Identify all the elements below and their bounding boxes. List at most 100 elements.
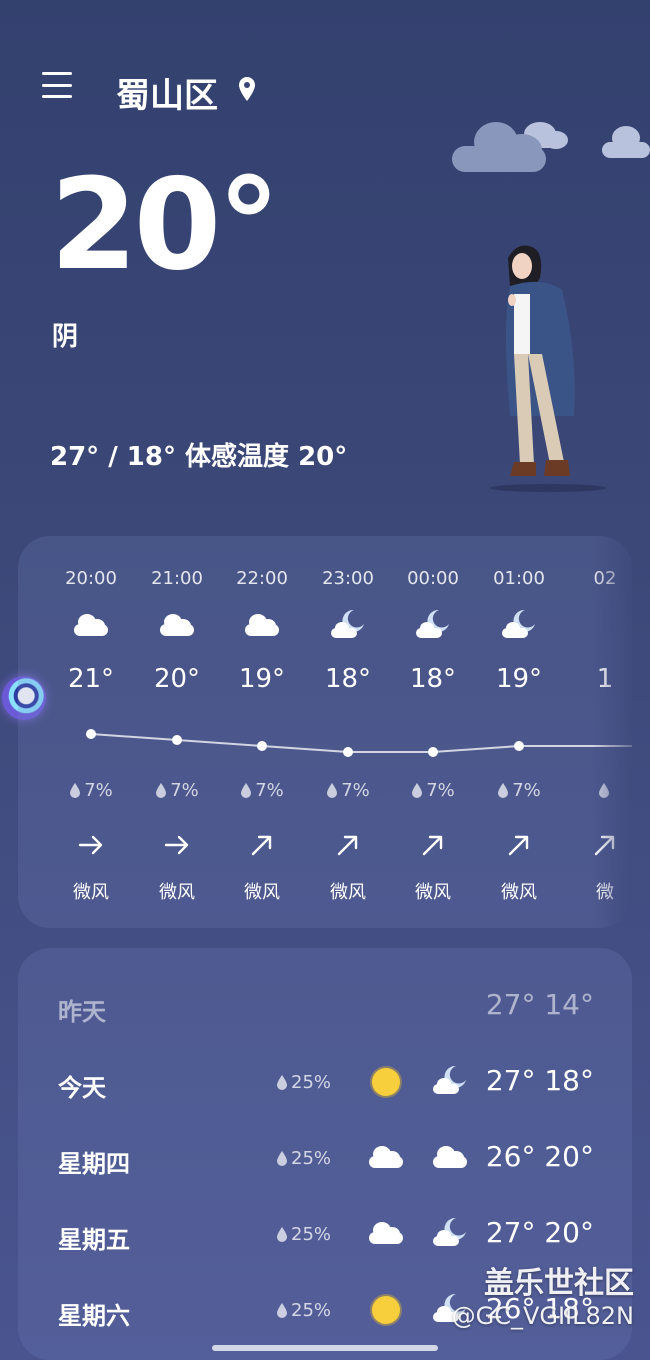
moon-cloud-icon bbox=[413, 608, 453, 640]
day-precipitation: 25% bbox=[276, 1300, 331, 1321]
hour-wind: 微风 bbox=[159, 882, 195, 903]
trend-point bbox=[514, 741, 524, 751]
day-name: 今天 bbox=[58, 1074, 106, 1102]
hour-precipitation-value: 7% bbox=[170, 780, 199, 801]
watermark-handle: @GC_VGIIL82N bbox=[451, 1302, 634, 1330]
raindrop-icon bbox=[276, 1072, 291, 1093]
hour-time: 22:00 bbox=[236, 568, 288, 589]
hour-precipitation-value: 7% bbox=[426, 780, 455, 801]
hour-temperature: 18° bbox=[324, 664, 372, 694]
day-precipitation: 25% bbox=[276, 1224, 331, 1245]
hour-wind: 微风 bbox=[244, 882, 280, 903]
hour-precipitation: 7% bbox=[134, 780, 220, 801]
trend-polyline bbox=[90, 733, 632, 753]
hour-wind: 微风 bbox=[330, 882, 366, 903]
cloud-icon bbox=[71, 608, 111, 640]
temperature-trend-line bbox=[86, 729, 632, 757]
hour-time: 23:00 bbox=[322, 568, 374, 589]
cloud-icon bbox=[157, 608, 197, 640]
day-precipitation: 25% bbox=[276, 1148, 331, 1169]
trend-point bbox=[343, 747, 353, 757]
day-name: 星期四 bbox=[58, 1150, 130, 1178]
hour-time: 21:00 bbox=[151, 568, 203, 589]
arrow-up-right-icon bbox=[506, 832, 532, 858]
hour-temperature: 21° bbox=[67, 664, 115, 694]
hour-precipitation-value: 7% bbox=[512, 780, 541, 801]
location-pin-icon bbox=[238, 76, 256, 106]
hour-temperature: 18° bbox=[409, 664, 457, 694]
day-precipitation-value: 25% bbox=[291, 1224, 332, 1245]
hourly-forecast-card[interactable]: 20:00 21° 7% 微风 21:00 20° 7% 微风 22:00 19° 7% 微风 23:0… bbox=[18, 536, 632, 928]
hour-temperature: 19° bbox=[238, 664, 286, 694]
day-precipitation: 25% bbox=[276, 1072, 331, 1093]
day-row[interactable]: 星期五 25% 27° 20° bbox=[18, 1216, 632, 1256]
day-precipitation-value: 25% bbox=[291, 1148, 332, 1169]
day-temperatures: 26° 20° bbox=[485, 1140, 594, 1173]
trend-point bbox=[428, 747, 438, 757]
trend-point bbox=[257, 741, 267, 751]
hour-precipitation: 7% bbox=[476, 780, 562, 801]
location-title[interactable]: 蜀山区 bbox=[116, 68, 218, 117]
hour-wind: 微风 bbox=[73, 882, 109, 903]
hour-wind: 微风 bbox=[501, 882, 537, 903]
hour-precipitation: 7% bbox=[305, 780, 391, 801]
cloud-icon bbox=[366, 1140, 406, 1176]
raindrop-icon bbox=[69, 780, 84, 801]
trend-point bbox=[172, 735, 182, 745]
moon-cloud-icon bbox=[430, 1064, 470, 1100]
hour-time: 01:00 bbox=[493, 568, 545, 589]
sun-icon bbox=[366, 1292, 406, 1328]
raindrop-icon bbox=[276, 1224, 291, 1245]
moon-cloud-icon bbox=[328, 608, 368, 640]
raindrop-icon bbox=[411, 780, 426, 801]
arrow-right-icon bbox=[164, 832, 190, 858]
menu-icon[interactable] bbox=[42, 72, 72, 98]
raindrop-icon bbox=[240, 780, 255, 801]
watermark: 盖乐世社区 @GC_VGIIL82N bbox=[452, 1258, 634, 1330]
moon-cloud-icon bbox=[499, 608, 539, 640]
cloud-icon bbox=[430, 1140, 470, 1176]
home-indicator[interactable] bbox=[212, 1345, 438, 1351]
day-row[interactable]: 昨天 27° 14° bbox=[18, 988, 632, 1028]
hour-precipitation: 7% bbox=[390, 780, 476, 801]
hour-precipitation-value: 7% bbox=[84, 780, 113, 801]
temperature-range-feels-like: 27° / 18° 体感温度 20° bbox=[50, 442, 348, 472]
watermark-title: 盖乐世社区 bbox=[484, 1266, 634, 1301]
day-name: 昨天 bbox=[58, 998, 106, 1026]
scroll-fade bbox=[592, 536, 632, 928]
raindrop-icon bbox=[497, 780, 512, 801]
day-name: 星期五 bbox=[58, 1226, 130, 1254]
person-illustration bbox=[490, 245, 606, 492]
arrow-right-icon bbox=[78, 832, 104, 858]
arrow-up-right-icon bbox=[249, 832, 275, 858]
day-name: 星期六 bbox=[58, 1302, 130, 1330]
hour-precipitation: 7% bbox=[219, 780, 305, 801]
sun-icon bbox=[366, 1064, 406, 1100]
cloud-icon bbox=[366, 1216, 406, 1252]
hour-precipitation-value: 7% bbox=[341, 780, 370, 801]
current-temperature: 20° bbox=[50, 151, 280, 298]
decorative-clouds bbox=[452, 122, 650, 172]
hour-precipitation-value: 7% bbox=[255, 780, 284, 801]
day-temperatures: 27° 18° bbox=[485, 1064, 594, 1097]
hour-time: 20:00 bbox=[65, 568, 117, 589]
raindrop-icon bbox=[326, 780, 341, 801]
raindrop-icon bbox=[276, 1148, 291, 1169]
day-precipitation-value: 25% bbox=[291, 1072, 332, 1093]
hour-temperature: 20° bbox=[153, 664, 201, 694]
raindrop-icon bbox=[276, 1300, 291, 1321]
day-precipitation-value: 25% bbox=[291, 1300, 332, 1321]
moon-cloud-icon bbox=[430, 1216, 470, 1252]
raindrop-icon bbox=[155, 780, 170, 801]
hour-time: 00:00 bbox=[407, 568, 459, 589]
day-row[interactable]: 今天 25% 27° 18° bbox=[18, 1064, 632, 1104]
hour-temperature: 19° bbox=[495, 664, 543, 694]
hour-wind: 微风 bbox=[415, 882, 451, 903]
hour-precipitation: 7% bbox=[48, 780, 134, 801]
trend-point bbox=[86, 729, 96, 739]
arrow-up-right-icon bbox=[420, 832, 446, 858]
day-row[interactable]: 星期四 25% 26° 20° bbox=[18, 1140, 632, 1180]
arrow-up-right-icon bbox=[335, 832, 361, 858]
current-condition: 阴 bbox=[52, 322, 79, 352]
day-temperatures: 27° 20° bbox=[485, 1216, 594, 1249]
